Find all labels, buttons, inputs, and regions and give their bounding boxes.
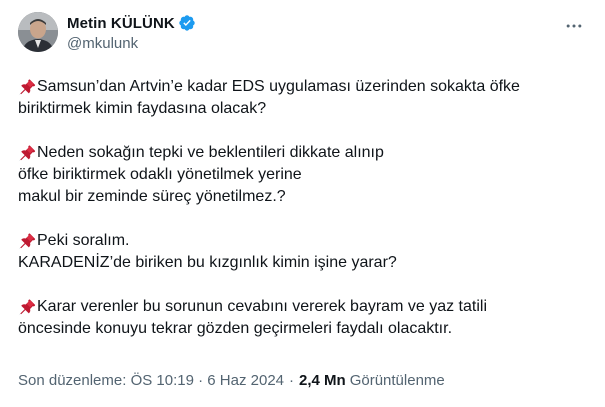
tweet-text: Samsun’dan Artvin’e kadar EDS uygulaması…	[18, 76, 589, 340]
tweet-line-text: Neden sokağın tepki ve beklentileri dikk…	[37, 144, 384, 161]
tweet-line-text: Samsun’dan Artvin’e kadar EDS uygulaması…	[37, 78, 520, 95]
tweet-header: Metin KÜLÜNK @mkulunk	[18, 12, 589, 60]
author-handle[interactable]: @mkulunk	[67, 35, 196, 52]
tweet-line-text: KARADENİZ’de biriken bu kızgınlık kimin …	[18, 254, 397, 271]
pushpin-icon	[17, 144, 36, 163]
tweet-line: öfke biriktirmek odaklı yönetilmek yerin…	[18, 164, 589, 186]
tweet-paragraph: Peki soralım. KARADENİZ’de biriken bu kız…	[18, 230, 589, 274]
tweet-line-text: makul bir zeminde süreç yönetilmez.?	[18, 188, 286, 205]
tweet-paragraph: Neden sokağın tepki ve beklentileri dikk…	[18, 142, 589, 208]
meta-separator: ·	[289, 372, 295, 389]
author-info: Metin KÜLÜNK @mkulunk	[67, 13, 196, 52]
pushpin-icon	[17, 78, 36, 97]
tweet-meta: Son düzenleme: ÖS 10:19 · 6 Haz 2024 · 2…	[18, 372, 445, 389]
views-label: Görüntülenme	[349, 372, 445, 389]
tweet-paragraph: Karar verenler bu sorunun cevabını verer…	[18, 296, 589, 340]
tweet-line: KARADENİZ’de biriken bu kızgınlık kimin …	[18, 252, 589, 274]
more-options-icon[interactable]	[563, 15, 585, 37]
author-name-row: Metin KÜLÜNK	[67, 13, 196, 33]
tweet-line-text: öncesinde konuyu tekrar gözden geçirmele…	[18, 320, 453, 337]
tweet-line: öncesinde konuyu tekrar gözden geçirmele…	[18, 318, 589, 340]
pushpin-icon	[17, 232, 36, 251]
tweet-line-text: biriktirmek kimin faydasına olacak?	[18, 100, 267, 117]
tweet-line: Neden sokağın tepki ve beklentileri dikk…	[18, 142, 589, 164]
author-name[interactable]: Metin KÜLÜNK	[67, 15, 175, 32]
tweet-line: makul bir zeminde süreç yönetilmez.?	[18, 186, 589, 208]
tweet-line: Peki soralım.	[18, 230, 589, 252]
tweet-line-text: Peki soralım.	[37, 232, 130, 249]
tweet-line: Samsun’dan Artvin’e kadar EDS uygulaması…	[18, 76, 589, 98]
avatar[interactable]	[18, 12, 58, 52]
tweet-line: Karar verenler bu sorunun cevabını verer…	[18, 296, 589, 318]
tweet-card: Metin KÜLÜNK @mkulunk Samsun’dan Artvin’…	[0, 0, 605, 407]
tweet-line-text: Karar verenler bu sorunun cevabını verer…	[37, 298, 487, 315]
tweet-line-text: öfke biriktirmek odaklı yönetilmek yerin…	[18, 166, 302, 183]
verified-badge-icon	[178, 14, 196, 32]
pushpin-icon	[17, 298, 36, 317]
tweet-line: biriktirmek kimin faydasına olacak?	[18, 98, 589, 120]
avatar-photo	[18, 12, 58, 52]
edited-timestamp[interactable]: Son düzenleme: ÖS 10:19 · 6 Haz 2024	[18, 372, 284, 389]
tweet-paragraph: Samsun’dan Artvin’e kadar EDS uygulaması…	[18, 76, 589, 120]
views-count: 2,4 Mn	[299, 372, 346, 389]
